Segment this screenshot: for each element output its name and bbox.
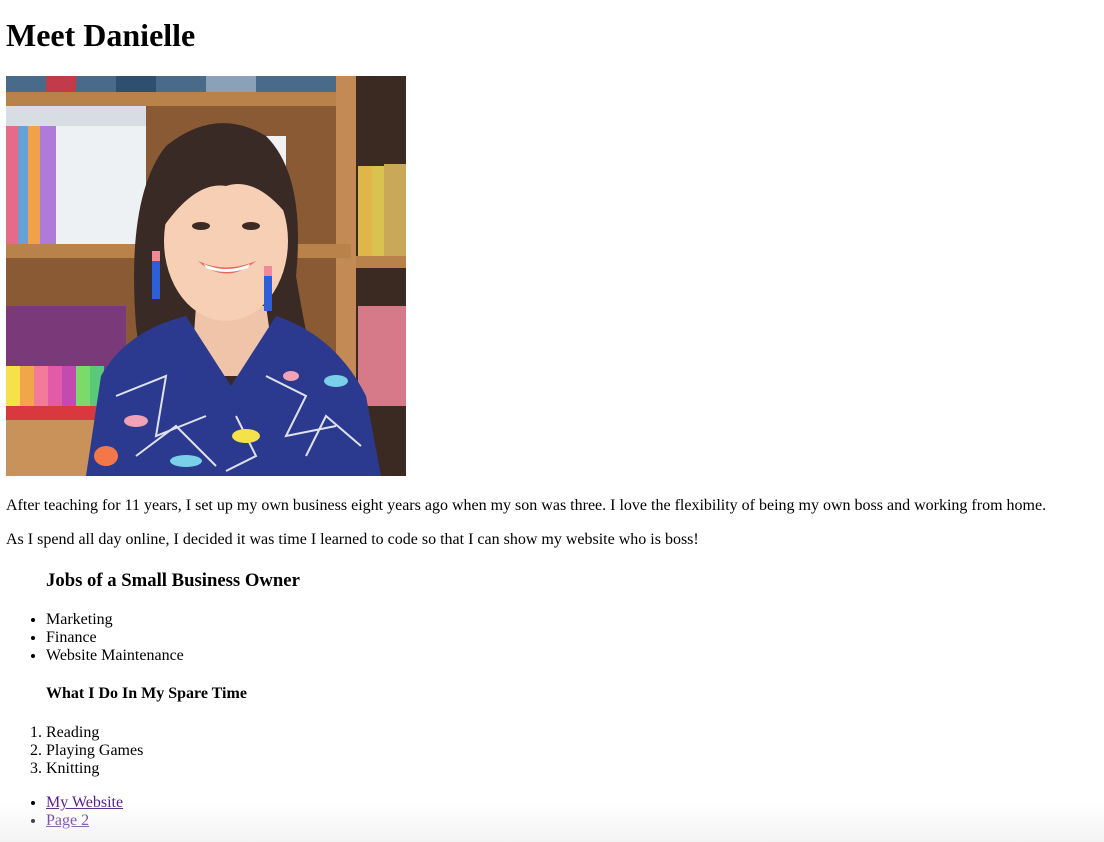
list-item: My Website: [46, 794, 1096, 812]
list-item: Playing Games: [46, 742, 1096, 760]
intro-paragraph-2: As I spend all day online, I decided it …: [6, 531, 699, 548]
list-item: Knitting: [46, 760, 1096, 778]
list-item: Reading: [46, 724, 1096, 742]
links-list: My Website Page 2: [8, 794, 1096, 830]
spare-time-list: Reading Playing Games Knitting: [8, 724, 1096, 778]
jobs-heading: Jobs of a Small Business Owner: [46, 570, 300, 591]
page-content: Meet Danielle After teaching for 11 year…: [0, 0, 1104, 830]
portrait-photo: [6, 76, 406, 476]
spare-time-heading: What I Do In My Spare Time: [46, 685, 247, 702]
list-item: Marketing: [46, 611, 1096, 629]
my-website-link[interactable]: My Website: [46, 794, 123, 811]
list-item: Finance: [46, 629, 1096, 647]
page-title: Meet Danielle: [6, 17, 196, 53]
list-item: Website Maintenance: [46, 647, 1096, 665]
page-2-link[interactable]: Page 2: [46, 812, 89, 829]
jobs-list: Marketing Finance Website Maintenance: [8, 611, 1096, 665]
intro-paragraph-1: After teaching for 11 years, I set up my…: [6, 497, 1047, 514]
list-item: Page 2: [46, 812, 1096, 830]
